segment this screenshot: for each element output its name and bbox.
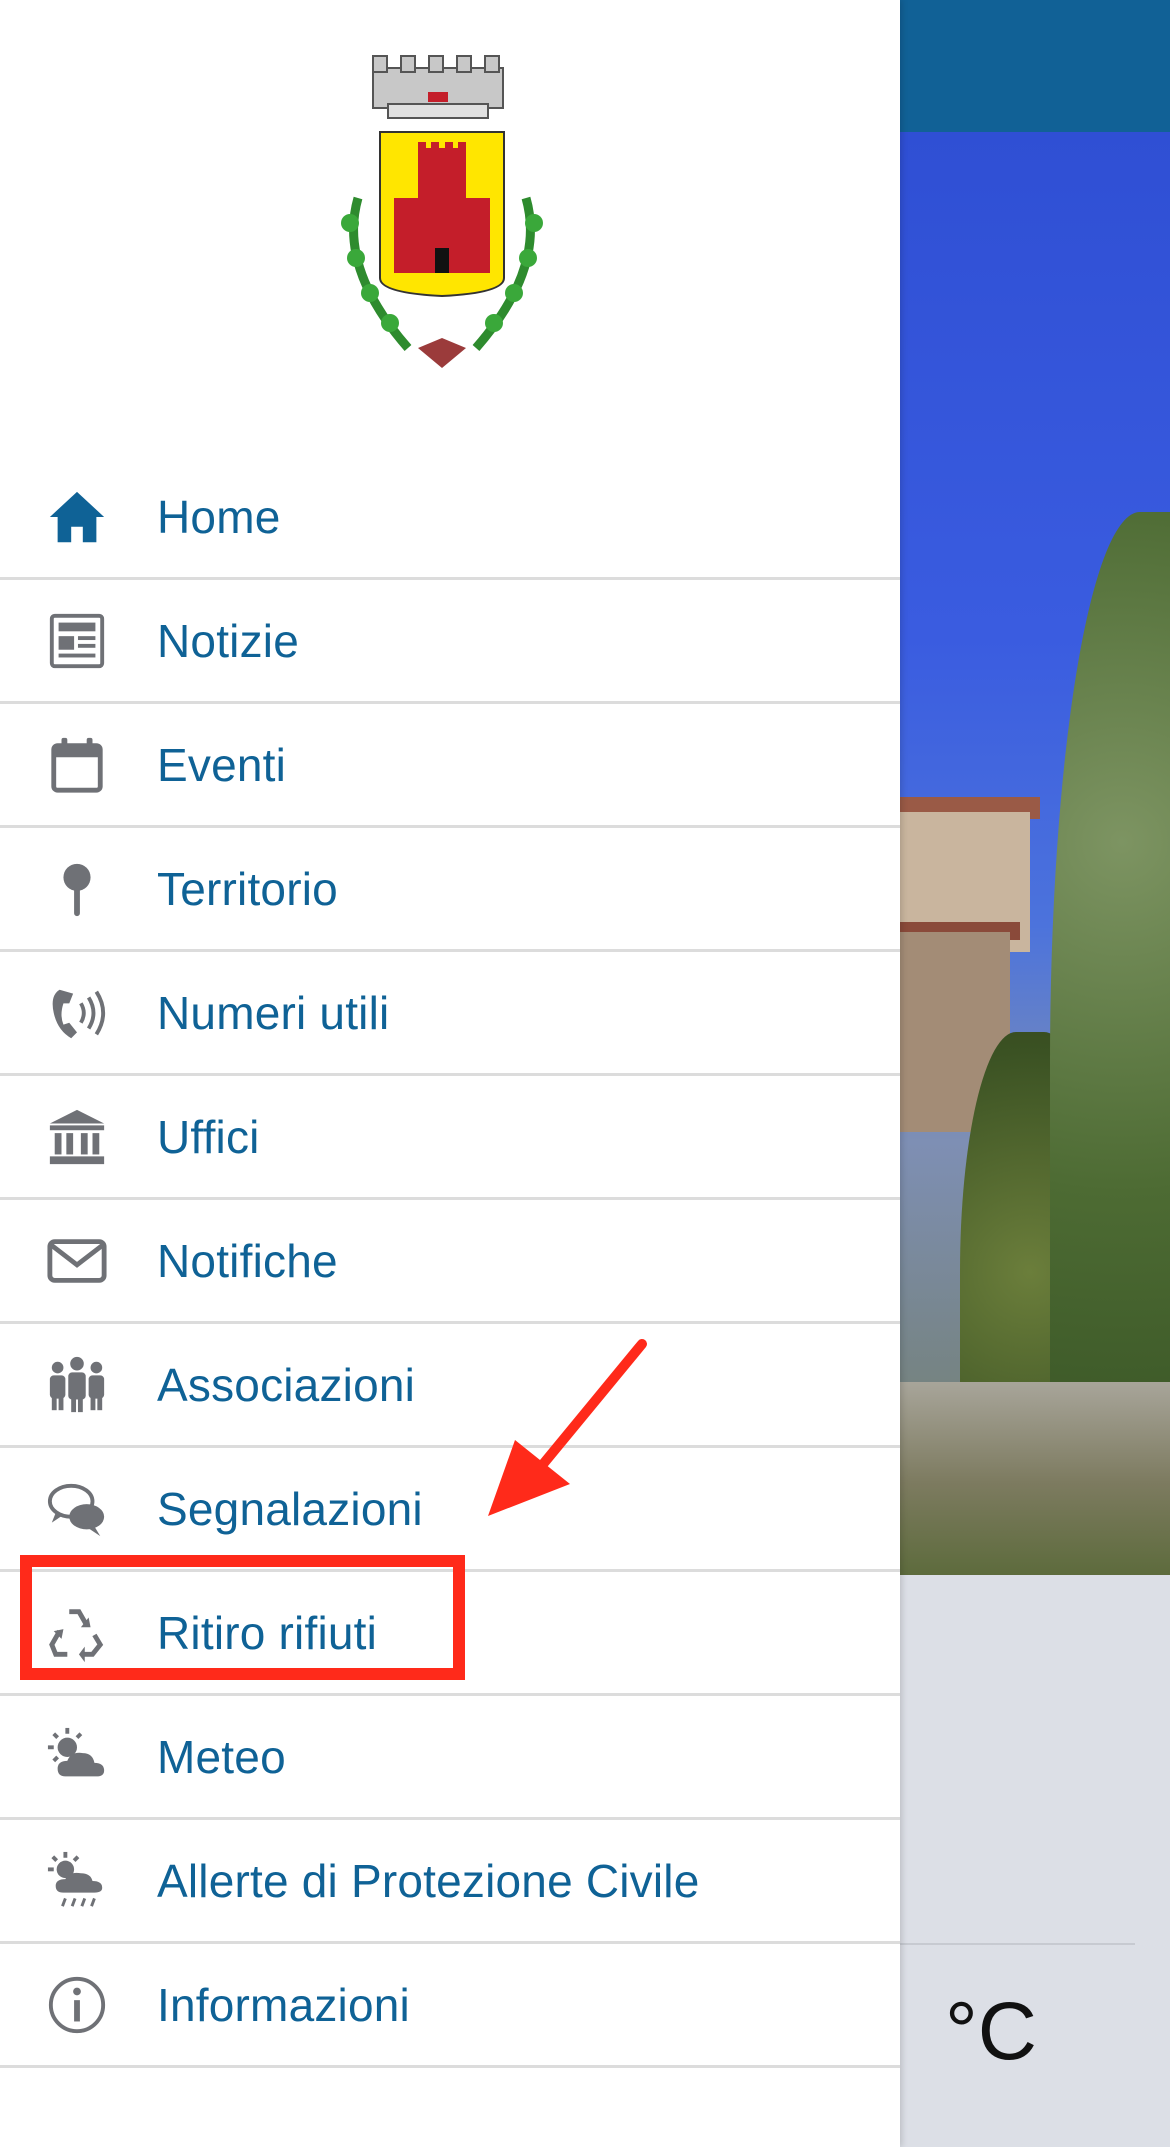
home-icon — [44, 484, 110, 550]
menu-item-home[interactable]: Home — [0, 456, 900, 580]
drawer-menu: Home Notizie Eventi Territorio Numeri ut… — [0, 456, 900, 2068]
divider — [900, 1943, 1135, 1945]
menu-item-allerte[interactable]: Allerte di Protezione Civile — [0, 1820, 900, 1944]
annotation-arrow-icon — [488, 1339, 647, 1516]
menu-item-label: Eventi — [157, 738, 287, 791]
menu-item-label: Allerte di Protezione Civile — [157, 1854, 700, 1907]
menu-item-label: Uffici — [157, 1110, 260, 1163]
newspaper-icon — [44, 608, 110, 674]
map-pin-icon — [44, 856, 110, 922]
annotation-highlight-box — [20, 1555, 465, 1680]
menu-item-label: Numeri utili — [157, 986, 390, 1039]
chat-bubbles-icon — [44, 1476, 110, 1542]
coat-of-arms-logo — [341, 55, 543, 368]
navigation-drawer: Home Notizie Eventi Territorio Numeri ut… — [0, 0, 900, 2147]
menu-item-label: Informazioni — [157, 1978, 410, 2031]
group-icon — [44, 1352, 110, 1418]
phone-icon — [44, 980, 110, 1046]
bank-icon — [44, 1104, 110, 1170]
menu-item-eventi[interactable]: Eventi — [0, 704, 900, 828]
menu-item-territorio[interactable]: Territorio — [0, 828, 900, 952]
menu-item-label: Segnalazioni — [157, 1482, 423, 1535]
menu-item-associazioni[interactable]: Associazioni — [0, 1324, 900, 1448]
hero-image — [900, 132, 1170, 1575]
envelope-icon — [44, 1228, 110, 1294]
menu-item-notifiche[interactable]: Notifiche — [0, 1200, 900, 1324]
info-icon — [44, 1972, 110, 2038]
menu-item-label: Meteo — [157, 1730, 286, 1783]
menu-item-label: Notizie — [157, 614, 300, 667]
menu-item-numeri-utili[interactable]: Numeri utili — [0, 952, 900, 1076]
app-top-bar — [900, 0, 1170, 132]
partly-cloudy-icon — [44, 1724, 110, 1790]
menu-item-notizie[interactable]: Notizie — [0, 580, 900, 704]
menu-item-label: Territorio — [157, 862, 338, 915]
menu-item-informazioni[interactable]: Informazioni — [0, 1944, 900, 2068]
menu-item-meteo[interactable]: Meteo — [0, 1696, 900, 1820]
temperature-unit: °C — [945, 1986, 1038, 2077]
menu-item-label: Associazioni — [157, 1358, 416, 1411]
calendar-icon — [44, 732, 110, 798]
menu-item-label: Home — [157, 490, 281, 543]
weather-alert-icon — [44, 1848, 110, 1914]
menu-item-uffici[interactable]: Uffici — [0, 1076, 900, 1200]
menu-item-label: Notifiche — [157, 1234, 338, 1287]
menu-item-segnalazioni[interactable]: Segnalazioni — [0, 1448, 900, 1572]
